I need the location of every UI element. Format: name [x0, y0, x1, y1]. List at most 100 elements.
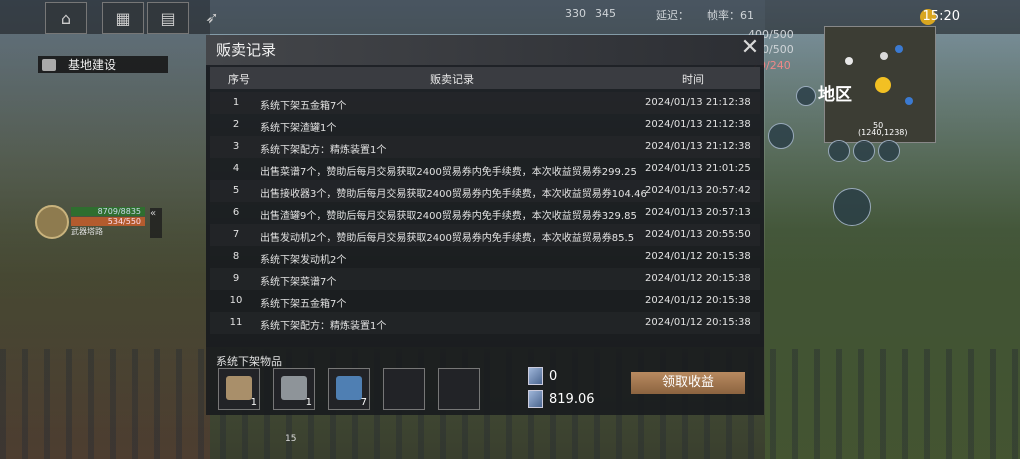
row-index: 4: [232, 163, 240, 174]
currency-row: 0: [528, 367, 557, 385]
table-row: 11 系统下架配方：精炼装置1个 2024/01/12 20:15:38: [210, 312, 760, 334]
base-build-label: 基地建设: [68, 58, 117, 72]
table-row: 4 出售菜谱7个，赞助后每月交易获取2400贸易券内免手续费，本次收益贸易券299…: [210, 158, 760, 180]
trade-ticket-icon: [528, 367, 543, 385]
row-record: 出售接收器3个，赞助后每月交易获取2400贸易券内免手续费，本次收益贸易券104…: [260, 189, 647, 200]
table-row: 3 系统下架配方：精炼装置1个 2024/01/13 21:12:38: [210, 136, 760, 158]
settings-icon[interactable]: [878, 140, 900, 162]
row-record: 系统下架发动机2个: [260, 255, 347, 266]
map-marker: [875, 77, 891, 93]
row-record: 系统下架五金箱7个: [260, 299, 347, 310]
row-index: 10: [229, 295, 243, 306]
row-record: 系统下架渣罐1个: [260, 123, 337, 134]
trade-ticket-icon: [528, 390, 543, 408]
item-slot[interactable]: 1: [218, 368, 260, 410]
table-row: 7 出售发动机2个，赞助后每月交易获取2400贸易券内免手续费，本次收益贸易券85…: [210, 224, 760, 246]
hp-bar: 8709/8835: [71, 207, 145, 216]
row-index: 7: [232, 229, 240, 240]
column-header-time: 时间: [682, 73, 704, 86]
row-time: 2024/01/13 21:01:25: [645, 163, 751, 174]
item-slot[interactable]: 7: [328, 368, 370, 410]
fps-label: 帧率：61: [707, 9, 754, 22]
row-index: 8: [232, 251, 240, 262]
action-button[interactable]: [768, 123, 794, 149]
claim-earnings-button[interactable]: 领取收益: [631, 372, 745, 394]
table-row: 6 出售渣罐9个，赞助后每月交易获取2400贸易券内免手续费，本次收益贸易券329…: [210, 202, 760, 224]
delisted-items-panel: 系统下架物品 1 1 7 0 819.06 领取收益: [206, 347, 764, 415]
item-slot[interactable]: [383, 368, 425, 410]
column-header-index: 序号: [228, 73, 250, 86]
minimap-region-label: 地区: [818, 85, 852, 105]
table-row: 2 系统下架渣罐1个 2024/01/13 21:12:38: [210, 114, 760, 136]
table-row: 8 系统下架发动机2个 2024/01/12 20:15:38: [210, 246, 760, 268]
row-time: 2024/01/12 20:15:38: [645, 273, 751, 284]
flag-icon[interactable]: [828, 140, 850, 162]
energy-bar: 534/550: [71, 217, 145, 226]
table-row: 5 出售接收器3个，赞助后每月交易获取2400贸易券内免手续费，本次收益贸易券10…: [210, 180, 760, 202]
map-marker: [845, 57, 853, 65]
row-record: 系统下架五金箱7个: [260, 101, 347, 112]
collapse-tab[interactable]: «: [150, 208, 162, 238]
crate-icon: [226, 376, 252, 400]
row-index: 5: [232, 185, 240, 196]
item-slot[interactable]: 1: [273, 368, 315, 410]
row-time: 2024/01/12 20:15:38: [645, 251, 751, 262]
delisted-items-title: 系统下架物品: [216, 355, 282, 368]
attack-button[interactable]: [833, 188, 871, 226]
latency-label: 延迟：: [656, 9, 689, 22]
row-time: 2024/01/13 20:57:42: [645, 185, 751, 196]
row-index: 1: [232, 97, 240, 108]
dialog-header: 贩卖记录 ✕: [206, 35, 764, 65]
table-row: 9 系统下架菜谱7个 2024/01/12 20:15:38: [210, 268, 760, 290]
table-row: 10 系统下架五金箱7个 2024/01/12 20:15:38: [210, 290, 760, 312]
level-number: 15: [285, 434, 297, 444]
table-row: 1 系统下架五金箱7个 2024/01/13 21:12:38: [210, 92, 760, 114]
column-header-record: 贩卖记录: [430, 73, 474, 86]
item-slot[interactable]: [438, 368, 480, 410]
stat-value: 345: [595, 7, 616, 20]
row-time: 2024/01/12 20:15:38: [645, 295, 751, 306]
row-time: 2024/01/13 21:12:38: [645, 119, 751, 130]
sales-record-dialog: 贩卖记录 ✕ 序号 贩卖记录 时间 1 系统下架五金箱7个 2024/01/13 2…: [206, 35, 764, 347]
row-time: 2024/01/13 21:12:38: [645, 141, 751, 152]
engine-part-icon: [281, 376, 307, 400]
map-marker: [905, 97, 913, 105]
table-header: 序号 贩卖记录 时间: [210, 67, 760, 89]
home-icon[interactable]: ⌂: [45, 2, 87, 34]
row-record: 出售渣罐9个，赞助后每月交易获取2400贸易券内免手续费，本次收益贸易券329.…: [260, 211, 637, 222]
row-index: 11: [229, 317, 243, 328]
row-record: 系统下架配方：精炼装置1个: [260, 321, 387, 332]
avatar[interactable]: [35, 205, 69, 239]
row-time: 2024/01/13 20:57:13: [645, 207, 751, 218]
book-icon[interactable]: ▤: [147, 2, 189, 34]
row-index: 6: [232, 207, 240, 218]
row-record: 出售发动机2个，赞助后每月交易获取2400贸易券内免手续费，本次收益贸易券85.…: [260, 233, 635, 244]
row-index: 2: [232, 119, 240, 130]
currency-value: 0: [549, 368, 558, 384]
record-list[interactable]: 1 系统下架五金箱7个 2024/01/13 21:12:38 2 系统下架渣罐1个 20…: [210, 92, 760, 347]
player-title: 武器塔路: [71, 227, 103, 236]
player-status: 8709/8835 534/550 武器塔路: [35, 205, 145, 239]
shop-icon[interactable]: ▦: [102, 2, 144, 34]
stat-value: 330: [565, 7, 586, 20]
item-count: 7: [360, 397, 367, 408]
row-record: 出售菜谱7个，赞助后每月交易获取2400贸易券内免手续费，本次收益贸易券299.…: [260, 167, 637, 178]
minimap-coordinate: (1240,1238): [858, 128, 908, 137]
mic-icon[interactable]: [796, 86, 816, 106]
map-marker: [880, 52, 888, 60]
base-icon: [42, 58, 56, 71]
currency-row: 819.06: [528, 390, 595, 408]
row-time: 2024/01/13 21:12:38: [645, 97, 751, 108]
row-index: 3: [232, 141, 240, 152]
arrow-icon[interactable]: ➶: [192, 2, 232, 32]
row-record: 系统下架配方：精炼装置1个: [260, 145, 387, 156]
dialog-title: 贩卖记录: [216, 41, 277, 59]
alert-icon[interactable]: [853, 140, 875, 162]
base-build-button[interactable]: 基地建设: [38, 56, 168, 73]
map-marker: [895, 45, 903, 53]
close-icon[interactable]: ✕: [739, 37, 761, 59]
row-record: 系统下架菜谱7个: [260, 277, 337, 288]
row-time: 2024/01/13 20:55:50: [645, 229, 751, 240]
item-count: 1: [250, 397, 257, 408]
row-index: 9: [232, 273, 240, 284]
